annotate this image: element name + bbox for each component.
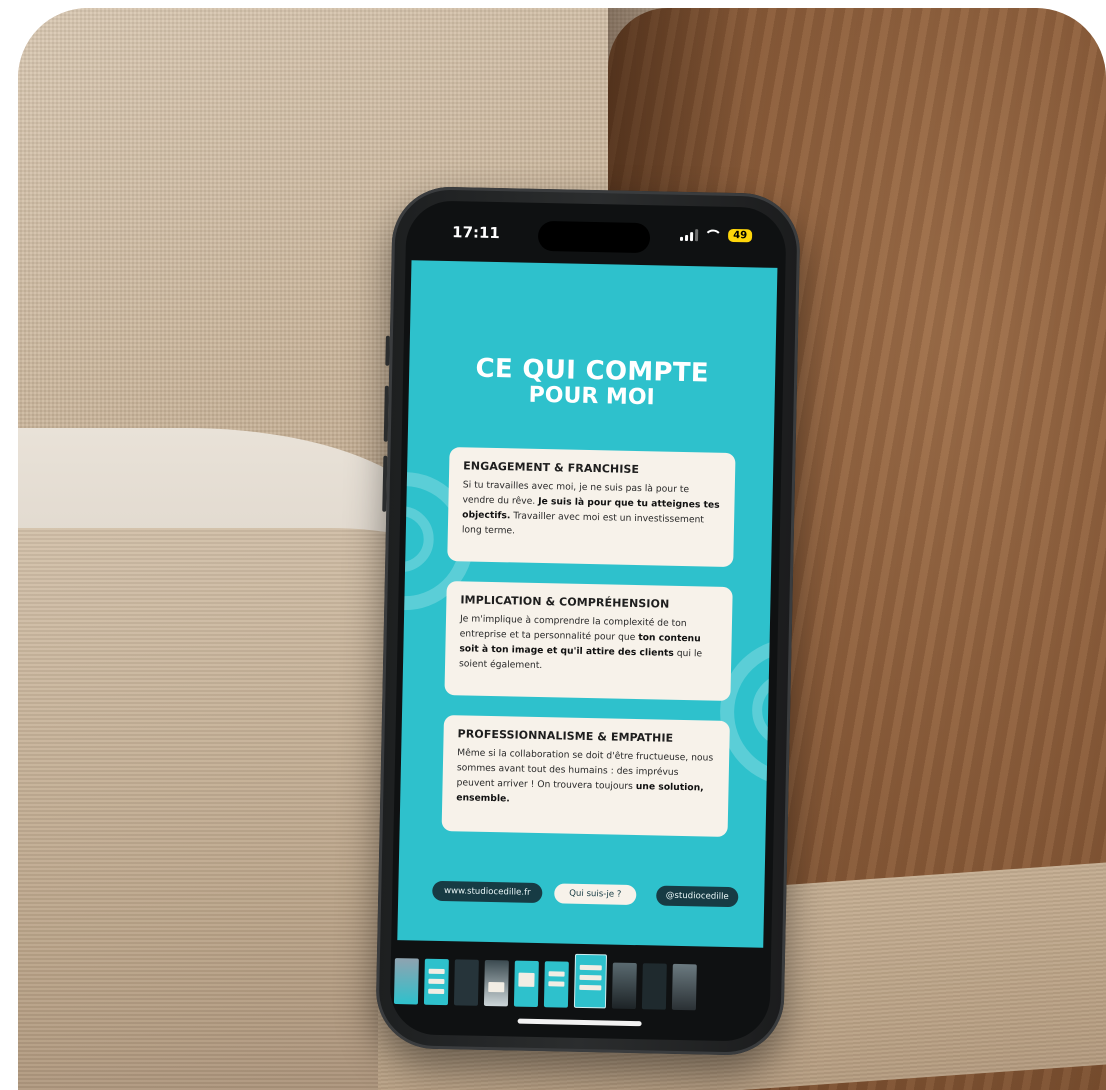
value-card: PROFESSIONNALISME & EMPATHIE Même si la … <box>441 715 730 837</box>
thumbnail[interactable] <box>671 963 697 1011</box>
card-heading: IMPLICATION & COMPRÉHENSION <box>460 593 670 611</box>
website-link[interactable]: www.studiocedille.fr <box>432 880 543 904</box>
value-card: ENGAGEMENT & FRANCHISE Si tu travailles … <box>447 447 736 568</box>
status-bar: 17:11 49 <box>406 200 787 264</box>
signal-icon <box>680 228 699 241</box>
card-text: Je m'implique à comprendre la complexité… <box>458 613 703 671</box>
thumbnail[interactable] <box>611 962 637 1010</box>
thumbnail[interactable] <box>513 960 539 1008</box>
footer-links: www.studiocedille.fr Qui suis-je ? @stud… <box>398 880 764 910</box>
about-link[interactable]: Qui suis-je ? <box>554 883 637 906</box>
card-heading: ENGAGEMENT & FRANCHISE <box>463 459 640 477</box>
story-slide[interactable]: CE QUI COMPTE POUR MOI ENGAGEMENT & FRAN… <box>397 260 778 948</box>
story-thumbnail-strip <box>390 950 775 1012</box>
smartphone: 17:11 49 CE QUI COMPTE POUR MOI ENGAGEME… <box>375 185 801 1057</box>
handle-link[interactable]: @studiocedille <box>656 885 739 908</box>
value-card: IMPLICATION & COMPRÉHENSION Je m'impliqu… <box>444 581 733 701</box>
action-button[interactable] <box>385 335 390 366</box>
thumbnail-selected[interactable] <box>573 953 608 1009</box>
thumbnail[interactable] <box>393 958 419 1005</box>
thumbnail[interactable] <box>453 959 479 1006</box>
thumbnail[interactable] <box>641 963 667 1010</box>
card-text: Même si la collaboration se doit d'être … <box>456 747 714 805</box>
card-text: Si tu travailles avec moi, je ne suis pa… <box>461 479 720 537</box>
thumbnail[interactable] <box>483 959 509 1007</box>
wifi-icon <box>704 228 723 242</box>
thumbnail[interactable] <box>543 961 569 1008</box>
status-icons: 49 <box>680 228 753 243</box>
card-heading: PROFESSIONNALISME & EMPATHIE <box>457 727 674 745</box>
volume-down-button[interactable] <box>382 455 388 512</box>
dynamic-island <box>537 220 651 254</box>
slide-title: CE QUI COMPTE POUR MOI <box>408 354 775 412</box>
battery-icon: 49 <box>728 228 753 243</box>
volume-up-button[interactable] <box>383 385 389 442</box>
thumbnail[interactable] <box>423 958 449 1006</box>
background-photo: 17:11 49 CE QUI COMPTE POUR MOI ENGAGEME… <box>18 8 1106 1090</box>
status-time: 17:11 <box>451 223 501 243</box>
phone-screen: 17:11 49 CE QUI COMPTE POUR MOI ENGAGEME… <box>389 200 787 1042</box>
home-indicator[interactable] <box>517 1018 642 1027</box>
